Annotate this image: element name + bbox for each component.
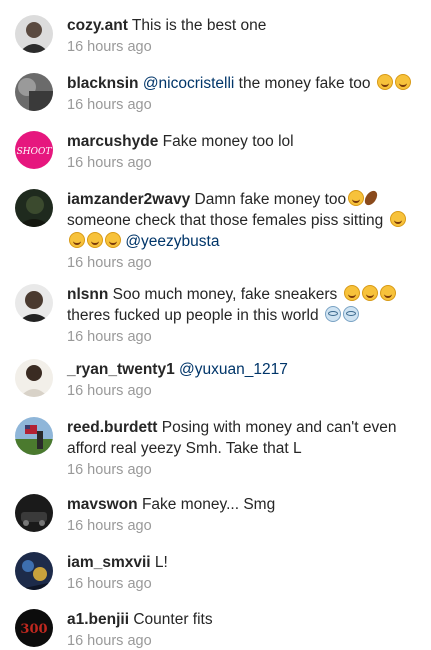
- comment-text-continued: theres fucked up people in this world: [67, 307, 323, 324]
- comment-username[interactable]: iam_smxvii: [67, 554, 151, 571]
- comment-text: Soo much money, fake sneakers: [112, 286, 342, 303]
- comment-text: Counter fits: [133, 611, 213, 628]
- flushed-face-emoji: [324, 306, 341, 322]
- comment-username[interactable]: iamzander2wavy: [67, 191, 190, 208]
- comment-text: Fake money... Smg: [141, 496, 276, 513]
- comment-text: Damn fake money too: [194, 191, 347, 208]
- laughing-face-emoji: [105, 232, 121, 248]
- comment-text: the money fake too: [234, 75, 371, 92]
- laughing-face-emoji: [394, 74, 411, 90]
- comment-text: This is the best one: [131, 17, 267, 34]
- laughing-face-emoji: [348, 190, 365, 206]
- laughing-face-emoji: [87, 232, 103, 248]
- laughing-face-emoji: [69, 232, 85, 248]
- comment-username[interactable]: _ryan_twenty1: [67, 361, 175, 378]
- comment-timestamp: 16 hours ago: [67, 97, 152, 113]
- avatar[interactable]: [15, 189, 53, 227]
- laughing-face-emoji: [343, 285, 360, 301]
- comment-username[interactable]: blacknsin: [67, 75, 139, 92]
- mention-link[interactable]: @yeezybusta: [125, 233, 219, 250]
- avatar[interactable]: [15, 73, 53, 111]
- comment-text: L!: [154, 554, 168, 571]
- avatar[interactable]: [15, 552, 53, 590]
- football-emoji: [362, 188, 380, 208]
- comment-text-continued: someone check that those females piss si…: [67, 212, 388, 229]
- comment-username[interactable]: marcushyde: [67, 133, 158, 150]
- comment-username[interactable]: nlsnn: [67, 286, 108, 303]
- comment-timestamp: 16 hours ago: [67, 518, 152, 534]
- comment-username[interactable]: reed.burdett: [67, 419, 157, 436]
- avatar[interactable]: [15, 494, 53, 532]
- comment-text: Fake money too lol: [162, 133, 294, 150]
- avatar[interactable]: [15, 417, 53, 455]
- comment-timestamp: 16 hours ago: [67, 39, 152, 55]
- flushed-face-emoji: [342, 306, 359, 322]
- avatar[interactable]: [15, 359, 53, 397]
- comment-timestamp: 16 hours ago: [67, 633, 152, 649]
- avatar[interactable]: [15, 284, 53, 322]
- comment-timestamp: 16 hours ago: [67, 383, 152, 399]
- mention-link[interactable]: @nicocristelli: [143, 75, 235, 92]
- avatar[interactable]: 300: [15, 609, 53, 647]
- avatar-logo-text: SHOOT: [17, 147, 53, 157]
- comment-timestamp: 16 hours ago: [67, 155, 152, 171]
- avatar[interactable]: SHOOT: [15, 131, 53, 169]
- laughing-face-emoji: [361, 285, 378, 301]
- avatar[interactable]: [15, 15, 53, 53]
- comment-username[interactable]: mavswon: [67, 496, 138, 513]
- comments-list: cozy.ant This is the best one 16 hours a…: [0, 0, 431, 649]
- comment-username[interactable]: cozy.ant: [67, 17, 128, 34]
- laughing-face-emoji: [376, 74, 393, 90]
- laughing-face-emoji: [389, 211, 406, 227]
- avatar-logo-text: 300: [20, 622, 47, 637]
- comment-timestamp: 16 hours ago: [67, 576, 152, 592]
- laughing-face-emoji: [379, 285, 396, 301]
- comment-timestamp: 16 hours ago: [67, 329, 152, 345]
- comment-username[interactable]: a1.benjii: [67, 611, 129, 628]
- comment-timestamp: 16 hours ago: [67, 462, 152, 478]
- comment-timestamp: 16 hours ago: [67, 255, 152, 271]
- mention-link[interactable]: @yuxuan_1217: [179, 361, 288, 378]
